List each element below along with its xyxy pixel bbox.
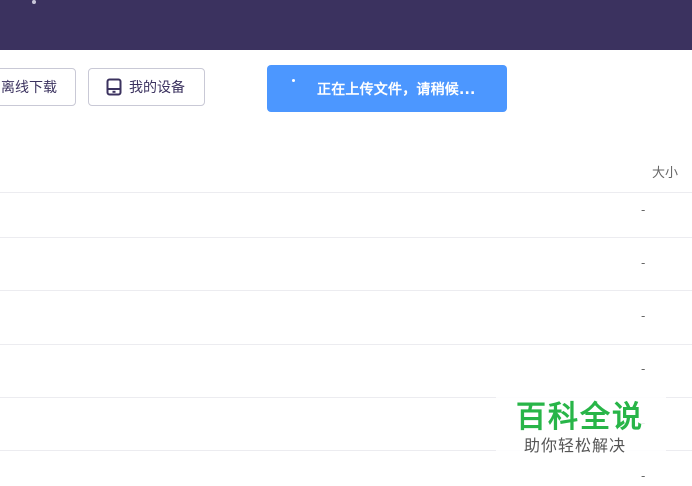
- table-row-divider: [0, 344, 692, 345]
- table-row-divider: [0, 192, 692, 193]
- upload-toast-message: 正在上传文件，请稍候...: [317, 81, 476, 98]
- offline-download-label: 离线下载: [1, 80, 57, 96]
- top-header-bar: [0, 0, 692, 50]
- table-row-size: -: [641, 256, 646, 270]
- table-row-divider: [0, 290, 692, 291]
- watermark-title: 百科全说: [516, 400, 644, 435]
- table-row-size: -: [641, 362, 646, 376]
- header-decor-dot: [32, 0, 36, 4]
- my-devices-label: 我的设备: [129, 80, 185, 96]
- table-row-size: -: [641, 469, 646, 483]
- size-column-header[interactable]: 大小: [652, 162, 678, 181]
- table-row-divider: [0, 237, 692, 238]
- table-row-size: -: [641, 309, 646, 323]
- spinner-icon: [289, 78, 299, 89]
- tablet-device-icon: [105, 78, 123, 96]
- my-devices-button[interactable]: 我的设备: [88, 68, 205, 106]
- offline-download-button[interactable]: 离线下载: [0, 68, 76, 106]
- watermark-subtitle: 助你轻松解决: [524, 436, 627, 455]
- table-row-size: -: [641, 203, 646, 217]
- upload-toast: 正在上传文件，请稍候...: [267, 65, 507, 112]
